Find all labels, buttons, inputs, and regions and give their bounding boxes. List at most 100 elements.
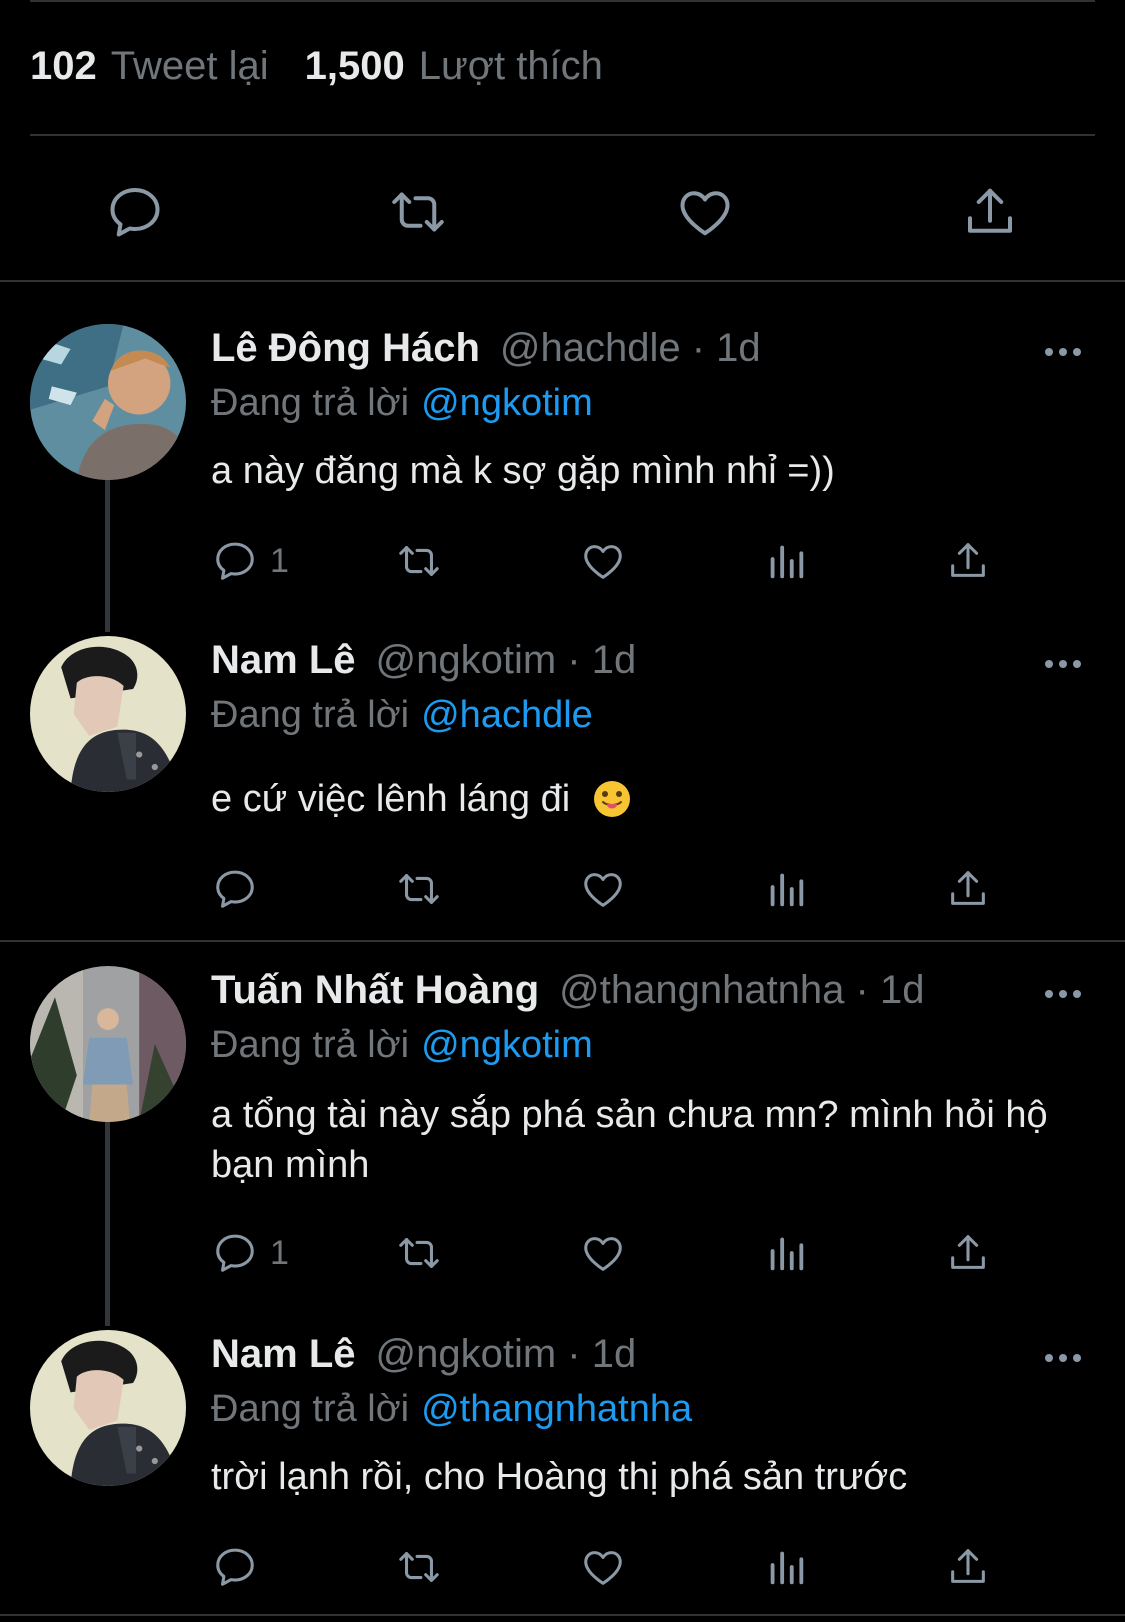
- reply-action-bar: [0, 866, 1125, 916]
- share-icon: [945, 1230, 991, 1276]
- mention-link[interactable]: @ngkotim: [421, 382, 593, 424]
- views-button[interactable]: [763, 1230, 809, 1280]
- likes-label: Lượt thích: [418, 44, 603, 88]
- reply-button[interactable]: [212, 1544, 270, 1594]
- replying-to: Đang trả lời @hachdle: [211, 692, 593, 738]
- avatar[interactable]: [30, 1330, 186, 1486]
- handle[interactable]: @ngkotim · 1d: [376, 638, 637, 682]
- reply-text: a này đăng mà k sợ gặp mình nhỉ =)): [211, 450, 835, 492]
- like-icon: [580, 1230, 626, 1276]
- views-icon: [763, 1544, 809, 1590]
- display-name[interactable]: Lê Đông Hách: [211, 326, 480, 370]
- avatar[interactable]: [30, 966, 186, 1122]
- more-options-icon[interactable]: [1043, 1352, 1083, 1364]
- tweet-stats: 102 Tweet lại 1,500 Lượt thích: [30, 44, 603, 89]
- retweets-count: 102: [30, 44, 97, 88]
- reply-icon: [212, 1544, 258, 1590]
- views-button[interactable]: [763, 1544, 809, 1594]
- mention-link[interactable]: @thangnhatnha: [421, 1388, 692, 1430]
- handle[interactable]: @ngkotim · 1d: [376, 1332, 637, 1376]
- reply-header: Nam Lê @ngkotim · 1d: [211, 1330, 636, 1378]
- replying-label: Đang trả lời: [211, 1388, 410, 1430]
- reply-text: trời lạnh rồi, cho Hoàng thị phá sản trư…: [211, 1456, 908, 1498]
- avatar[interactable]: [30, 324, 186, 480]
- like-icon[interactable]: [675, 182, 735, 242]
- stats-divider: [30, 134, 1095, 136]
- reply-action-bar: 1: [0, 538, 1125, 588]
- reply-text: e cứ việc lênh láng đi: [211, 778, 571, 820]
- share-button[interactable]: [945, 1544, 991, 1594]
- reply-button[interactable]: 1: [212, 538, 289, 588]
- like-button[interactable]: [580, 1544, 626, 1594]
- reply-icon: [212, 866, 258, 912]
- reply-text: a tổng tài này sắp phá sản chưa mn? mình…: [211, 1094, 1048, 1186]
- handle[interactable]: @thangnhatnha · 1d: [559, 968, 924, 1012]
- reply-header: Tuấn Nhất Hoàng @thangnhatnha · 1d: [211, 966, 924, 1014]
- like-button[interactable]: [580, 866, 626, 916]
- thread-line: [105, 1120, 110, 1326]
- retweet-icon: [396, 1544, 442, 1590]
- more-options-icon[interactable]: [1043, 988, 1083, 1000]
- conversation-divider: [0, 940, 1125, 942]
- display-name[interactable]: Nam Lê: [211, 1332, 356, 1376]
- avatar[interactable]: [30, 636, 186, 792]
- section-divider: [0, 280, 1125, 282]
- reply-header: Lê Đông Hách @hachdle · 1d: [211, 324, 761, 372]
- retweet-button[interactable]: [396, 866, 442, 916]
- likes-stat[interactable]: 1,500 Lượt thích: [305, 44, 603, 88]
- reply-icon[interactable]: [105, 182, 165, 242]
- share-icon: [945, 866, 991, 912]
- bottom-divider: [0, 1614, 1125, 1616]
- reply-action-bar: 1: [0, 1230, 1125, 1280]
- replying-to: Đang trả lời @thangnhatnha: [211, 1386, 692, 1432]
- mention-link[interactable]: @hachdle: [421, 694, 593, 736]
- mention-link[interactable]: @ngkotim: [421, 1024, 593, 1066]
- share-icon[interactable]: [960, 182, 1020, 242]
- views-icon: [763, 1230, 809, 1276]
- views-button[interactable]: [763, 538, 809, 588]
- reply-icon: [212, 1230, 258, 1276]
- replying-to: Đang trả lời @ngkotim: [211, 380, 593, 426]
- reply-action-bar: [0, 1544, 1125, 1594]
- share-icon: [945, 538, 991, 584]
- reply-icon: [212, 538, 258, 584]
- share-icon: [945, 1544, 991, 1590]
- views-icon: [763, 538, 809, 584]
- like-icon: [580, 866, 626, 912]
- retweet-icon: [396, 538, 442, 584]
- like-icon: [580, 538, 626, 584]
- share-button[interactable]: [945, 866, 991, 916]
- retweets-label: Tweet lại: [110, 44, 269, 88]
- retweet-icon: [396, 1230, 442, 1276]
- like-button[interactable]: [580, 538, 626, 588]
- retweet-button[interactable]: [396, 538, 442, 588]
- handle[interactable]: @hachdle · 1d: [500, 326, 761, 370]
- face-with-tongue-emoji: [594, 781, 631, 817]
- retweet-button[interactable]: [396, 1544, 442, 1594]
- reply-text-row: e cứ việc lênh láng đi: [211, 774, 1065, 824]
- like-button[interactable]: [580, 1230, 626, 1280]
- views-button[interactable]: [763, 866, 809, 916]
- more-options-icon[interactable]: [1043, 346, 1083, 358]
- likes-count: 1,500: [304, 44, 405, 88]
- more-options-icon[interactable]: [1043, 658, 1083, 670]
- reply-button[interactable]: 1: [212, 1230, 289, 1280]
- display-name[interactable]: Nam Lê: [211, 638, 356, 682]
- main-action-bar: [0, 170, 1125, 250]
- retweet-icon: [396, 866, 442, 912]
- retweets-stat[interactable]: 102 Tweet lại: [30, 44, 269, 88]
- reply-count: 1: [270, 542, 289, 580]
- display-name[interactable]: Tuấn Nhất Hoàng: [211, 968, 539, 1012]
- top-divider: [30, 0, 1095, 2]
- replying-label: Đang trả lời: [211, 382, 410, 424]
- replying-to: Đang trả lời @ngkotim: [211, 1022, 593, 1068]
- retweet-button[interactable]: [396, 1230, 442, 1280]
- replying-label: Đang trả lời: [211, 694, 410, 736]
- retweet-icon[interactable]: [388, 182, 448, 242]
- replying-label: Đang trả lời: [211, 1024, 410, 1066]
- views-icon: [763, 866, 809, 912]
- like-icon: [580, 1544, 626, 1590]
- share-button[interactable]: [945, 1230, 991, 1280]
- reply-button[interactable]: [212, 866, 270, 916]
- share-button[interactable]: [945, 538, 991, 588]
